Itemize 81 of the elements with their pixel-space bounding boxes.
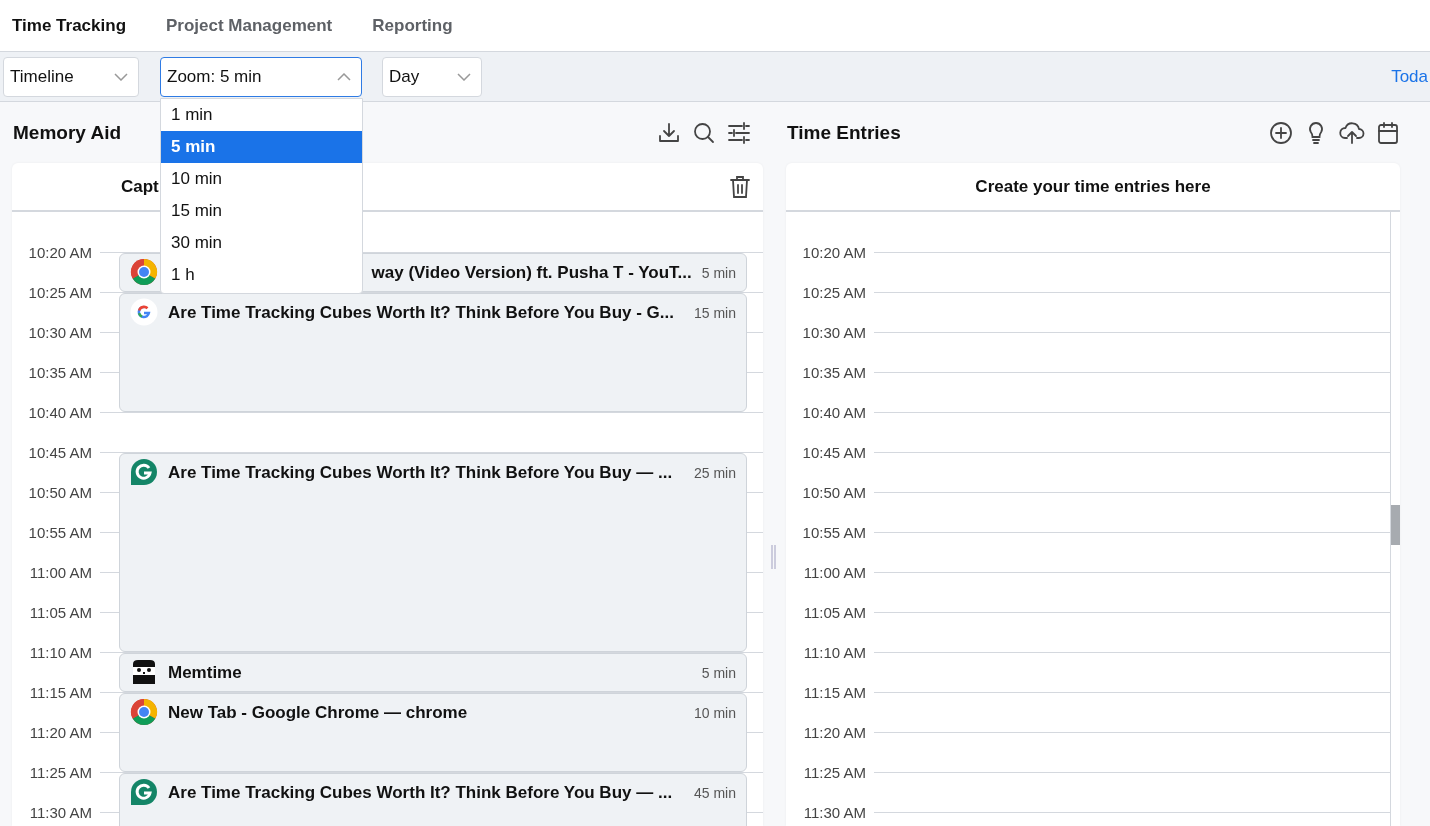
search-icon[interactable]: [692, 120, 716, 145]
nav-tab[interactable]: Project Management: [156, 3, 343, 48]
time-label: 11:05 AM: [802, 603, 866, 621]
time-label: 10:50 AM: [801, 483, 866, 501]
time-label: 11:30 AM: [802, 803, 866, 821]
time-label: 11:20 AM: [28, 723, 92, 741]
time-label: 11:25 AM: [28, 763, 92, 781]
time-label: 10:55 AM: [27, 523, 92, 541]
time-label: 10:35 AM: [27, 363, 92, 381]
time-label: 11:05 AM: [28, 603, 92, 621]
chevron-up-icon: [337, 72, 351, 81]
time-label: 10:20 AM: [27, 243, 92, 261]
download-icon[interactable]: [657, 120, 681, 145]
time-label: 10:50 AM: [27, 483, 92, 501]
duration-label: 5 min: [701, 664, 736, 681]
panda-icon: [130, 658, 158, 686]
trash-icon[interactable]: [729, 174, 751, 199]
g-logo-icon: [130, 458, 158, 486]
card-header-text: Capt: [121, 176, 159, 197]
sliders-icon[interactable]: [727, 120, 751, 145]
time-label: 10:55 AM: [801, 523, 866, 541]
chevron-down-icon: [114, 72, 128, 81]
duration-label: 15 min: [693, 304, 736, 321]
activity-entry[interactable]: Memtime 5 min: [119, 653, 747, 692]
time-label: 11:10 AM: [28, 643, 92, 661]
time-label: 11:00 AM: [28, 563, 92, 581]
time-label: 10:45 AM: [27, 443, 92, 461]
activity-title: Are Time Tracking Cubes Worth It? Think Before You Buy - G...: [168, 303, 674, 323]
time-label: 11:25 AM: [802, 763, 866, 781]
cloud-upload-icon[interactable]: [1339, 120, 1365, 145]
activity-title: Are Time Tracking Cubes Worth It? Think Before You Buy — ...: [168, 783, 673, 803]
view-select[interactable]: Timeline: [3, 56, 139, 97]
activity-entry[interactable]: New Tab - Google Chrome — chrome 10 min: [119, 693, 747, 772]
time-label: 11:00 AM: [802, 563, 866, 581]
zoom-option[interactable]: 1 min: [161, 99, 362, 131]
activity-title: Are Time Tracking Cubes Worth It? Think Before You Buy — ...: [168, 463, 673, 483]
time-label: 10:40 AM: [801, 403, 866, 421]
time-label: 11:10 AM: [802, 643, 866, 661]
activity-entry[interactable]: Are Time Tracking Cubes Worth It? Think Before You Buy — ... 25 min: [119, 453, 747, 652]
add-icon[interactable]: [1269, 120, 1293, 145]
zoom-option[interactable]: 15 min: [161, 195, 362, 227]
chevron-down-icon: [457, 72, 471, 81]
activity-entry[interactable]: Are Time Tracking Cubes Worth It? Think Before You Buy - G... 15 min: [119, 293, 747, 412]
activity-title: Memtime: [168, 663, 242, 683]
time-label: 10:30 AM: [801, 323, 866, 341]
panel-title: Time Entries: [786, 121, 901, 144]
resize-handle[interactable]: [771, 545, 776, 569]
time-label: 10:20 AM: [801, 243, 866, 261]
zoom-option[interactable]: 10 min: [161, 163, 362, 195]
zoom-select[interactable]: Zoom: 5 min: [160, 56, 362, 97]
nav-tab[interactable]: Reporting: [362, 3, 463, 48]
activity-entry[interactable]: Are Time Tracking Cubes Worth It? Think Before You Buy — ... 45 min: [119, 773, 747, 826]
activity-title: New Tab - Google Chrome — chrome: [168, 703, 468, 723]
scrollbar[interactable]: [1390, 212, 1400, 826]
card-header-text: Create your time entries here: [975, 176, 1211, 197]
range-select[interactable]: Day: [382, 56, 482, 97]
zoom-option[interactable]: 1 h: [161, 259, 362, 291]
time-label: 10:30 AM: [27, 323, 92, 341]
time-label: 11:30 AM: [28, 803, 92, 821]
duration-label: 45 min: [693, 784, 736, 801]
g-logo-icon: [130, 778, 158, 806]
duration-label: 5 min: [701, 264, 736, 281]
duration-label: 10 min: [693, 704, 736, 721]
time-label: 11:15 AM: [28, 683, 92, 701]
time-label: 11:15 AM: [802, 683, 866, 701]
chrome-icon: [130, 698, 158, 726]
calendar-icon[interactable]: [1376, 120, 1400, 145]
nav-tab[interactable]: Time Tracking: [2, 3, 136, 48]
time-label: 10:40 AM: [27, 403, 92, 421]
activity-title: way (Video Version) ft. Pusha T - YouT...: [371, 263, 692, 283]
time-label: 11:20 AM: [802, 723, 866, 741]
today-link[interactable]: Toda: [1391, 66, 1428, 87]
panel-title: Memory Aid: [12, 121, 122, 144]
time-label: 10:35 AM: [801, 363, 866, 381]
chrome-icon: [130, 258, 158, 286]
zoom-option[interactable]: 5 min: [161, 131, 362, 163]
duration-label: 25 min: [693, 464, 736, 481]
time-label: 10:25 AM: [27, 283, 92, 301]
google-g-icon: [130, 298, 158, 326]
time-label: 10:45 AM: [801, 443, 866, 461]
time-label: 10:25 AM: [801, 283, 866, 301]
